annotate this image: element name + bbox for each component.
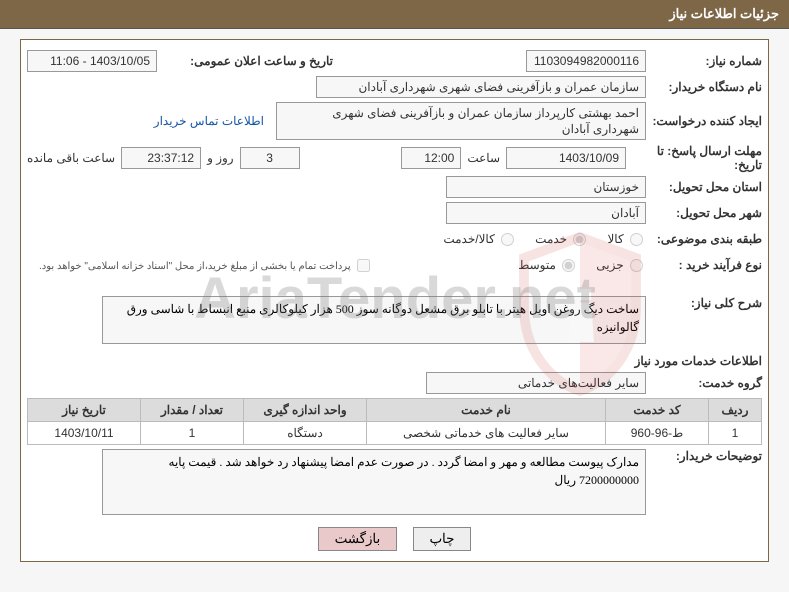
deadline-label: مهلت ارسال پاسخ: تا تاریخ: bbox=[632, 144, 762, 172]
deadline-time: 12:00 bbox=[401, 147, 461, 169]
classification-label: طبقه بندی موضوعی: bbox=[652, 232, 762, 246]
service-group-label: گروه خدمت: bbox=[652, 376, 762, 390]
process-minor[interactable]: جزیی bbox=[596, 258, 646, 272]
cell-qty: 1 bbox=[141, 422, 244, 445]
th-qty: تعداد / مقدار bbox=[141, 399, 244, 422]
services-heading: اطلاعات خدمات مورد نیاز bbox=[27, 354, 762, 368]
page-title: جزئیات اطلاعات نیاز bbox=[0, 0, 789, 29]
back-button[interactable]: بازگشت bbox=[318, 527, 398, 551]
announce-value: 1403/10/05 - 11:06 bbox=[27, 50, 157, 72]
announce-label: تاریخ و ساعت اعلان عمومی: bbox=[163, 54, 333, 68]
services-table: ردیف کد خدمت نام خدمت واحد اندازه گیری ت… bbox=[27, 398, 762, 445]
process-medium[interactable]: متوسط bbox=[518, 258, 578, 272]
deadline-remain-suffix: ساعت باقی مانده bbox=[27, 151, 115, 165]
buyer-notes-value bbox=[102, 449, 646, 515]
deadline-date: 1403/10/09 bbox=[506, 147, 626, 169]
requester-value: احمد بهشتی کارپرداز سازمان عمران و بازآف… bbox=[276, 102, 646, 140]
classification-goods[interactable]: کالا bbox=[607, 232, 646, 246]
cell-name: سایر فعالیت های خدماتی شخصی bbox=[367, 422, 606, 445]
th-row: ردیف bbox=[709, 399, 762, 422]
classification-goods-service[interactable]: کالا/خدمت bbox=[443, 232, 517, 246]
city-label: شهر محل تحویل: bbox=[652, 206, 762, 220]
escrow-check[interactable]: پرداخت تمام یا بخشی از مبلغ خرید،از محل … bbox=[39, 258, 373, 272]
deadline-days: 3 bbox=[240, 147, 300, 169]
service-group-value: سایر فعالیت‌های خدماتی bbox=[426, 372, 646, 394]
cell-code: ط-96-960 bbox=[606, 422, 709, 445]
cell-date: 1403/10/11 bbox=[28, 422, 141, 445]
print-button[interactable]: چاپ bbox=[413, 527, 472, 551]
buyer-notes-label: توضیحات خریدار: bbox=[652, 449, 762, 463]
buyer-value: سازمان عمران و بازآفرینی فضای شهری شهردا… bbox=[316, 76, 646, 98]
province-label: استان محل تحویل: bbox=[652, 180, 762, 194]
need-no-value: 1103094982000116 bbox=[526, 50, 646, 72]
need-no-label: شماره نیاز: bbox=[652, 54, 762, 68]
province-value: خوزستان bbox=[446, 176, 646, 198]
th-unit: واحد اندازه گیری bbox=[244, 399, 367, 422]
need-desc-value bbox=[102, 296, 646, 344]
th-name: نام خدمت bbox=[367, 399, 606, 422]
requester-label: ایجاد کننده درخواست: bbox=[652, 114, 762, 128]
table-row: 1 ط-96-960 سایر فعالیت های خدماتی شخصی د… bbox=[28, 422, 762, 445]
classification-service[interactable]: خدمت bbox=[535, 232, 589, 246]
deadline-remain: 23:37:12 bbox=[121, 147, 201, 169]
cell-unit: دستگاه bbox=[244, 422, 367, 445]
cell-idx: 1 bbox=[709, 422, 762, 445]
city-value: آبادان bbox=[446, 202, 646, 224]
deadline-days-label: روز و bbox=[207, 151, 234, 165]
buyer-label: نام دستگاه خریدار: bbox=[652, 80, 762, 94]
process-label: نوع فرآیند خرید : bbox=[652, 258, 762, 272]
need-desc-label: شرح کلی نیاز: bbox=[652, 296, 762, 310]
th-date: تاریخ نیاز bbox=[28, 399, 141, 422]
deadline-time-prefix: ساعت bbox=[467, 151, 500, 165]
buyer-contact-link[interactable]: اطلاعات تماس خریدار bbox=[154, 114, 264, 128]
th-code: کد خدمت bbox=[606, 399, 709, 422]
